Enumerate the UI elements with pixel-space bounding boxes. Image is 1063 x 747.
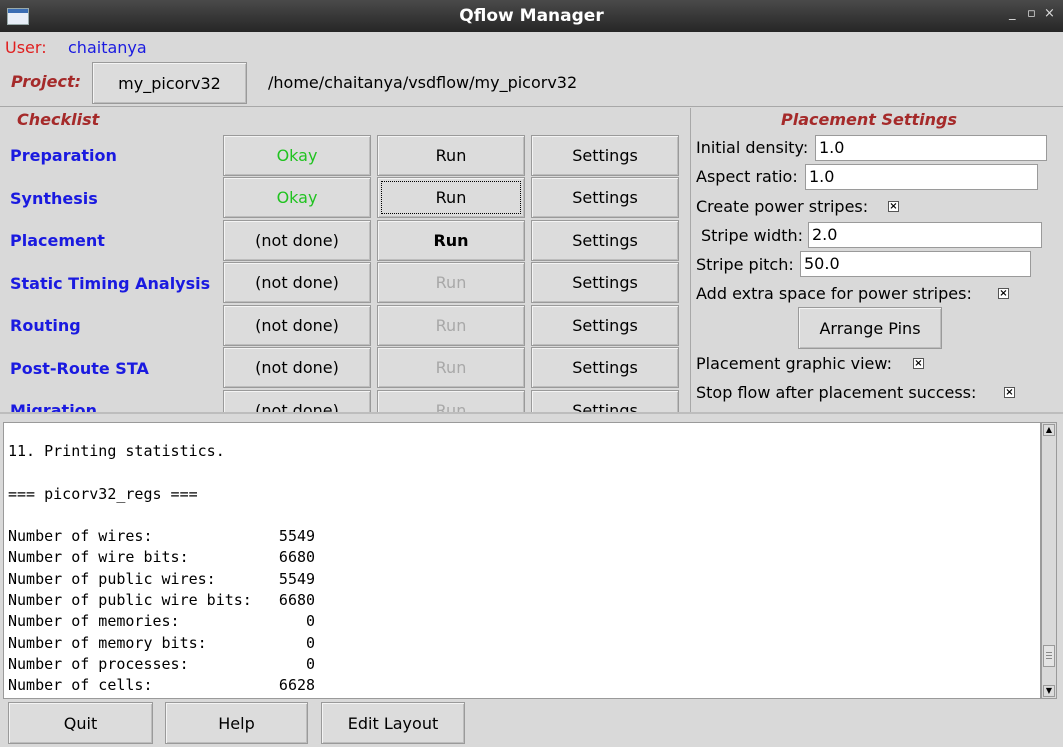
settings-button-routing[interactable]: Settings — [531, 305, 679, 346]
checklist-title: Checklist — [17, 110, 100, 129]
qflow-manager-window: Qflow Manager _ ▫ × User: chaitanya Proj… — [0, 0, 1063, 747]
run-button-routing[interactable]: Run — [377, 305, 525, 346]
scroll-thumb[interactable] — [1043, 645, 1055, 667]
create-power-stripes-checkbox[interactable]: × — [888, 201, 899, 212]
settings-button-post-route-sta[interactable]: Settings — [531, 347, 679, 388]
close-button[interactable]: × — [1044, 6, 1055, 21]
run-button-synthesis[interactable]: Run — [377, 177, 525, 218]
graphic-view-label: Placement graphic view: — [696, 354, 892, 373]
aspect-ratio-label: Aspect ratio: — [696, 167, 798, 186]
project-label: Project: — [11, 72, 81, 91]
user-label: User: — [5, 38, 47, 57]
scroll-up-icon[interactable]: ▲ — [1043, 424, 1055, 436]
stop-after-checkbox[interactable]: × — [1004, 387, 1015, 398]
settings-button-preparation[interactable]: Settings — [531, 135, 679, 176]
status-button-placement[interactable]: (not done) — [223, 220, 371, 261]
initial-density-input[interactable]: 1.0 — [815, 135, 1047, 161]
stage-label-preparation: Preparation — [10, 146, 117, 165]
stage-label-migration: Migration — [10, 401, 98, 412]
run-button-static-timing-analysis[interactable]: Run — [377, 262, 525, 303]
user-name: chaitanya — [68, 38, 147, 57]
settings-button-migration[interactable]: Settings — [531, 390, 679, 412]
stripe-pitch-label: Stripe pitch: — [696, 255, 794, 274]
settings-button-static-timing-analysis[interactable]: Settings — [531, 262, 679, 303]
console-text: 11. Printing statistics. === picorv32_re… — [8, 442, 316, 695]
project-button[interactable]: my_picorv32 — [92, 62, 247, 104]
run-button-placement[interactable]: Run — [377, 220, 525, 261]
status-button-preparation[interactable]: Okay — [223, 135, 371, 176]
status-button-migration[interactable]: (not done) — [223, 390, 371, 412]
create-power-stripes-label: Create power stripes: — [696, 197, 869, 216]
settings-button-synthesis[interactable]: Settings — [531, 177, 679, 218]
top-divider — [0, 106, 1063, 107]
status-button-static-timing-analysis[interactable]: (not done) — [223, 262, 371, 303]
graphic-view-checkbox[interactable]: × — [913, 358, 924, 369]
initial-density-label: Initial density: — [696, 138, 809, 157]
stripe-width-input[interactable]: 2.0 — [808, 222, 1042, 248]
checklist-panel: Preparation Okay Run Settings Synthesis … — [0, 130, 690, 412]
stage-label-static-timing-analysis: Static Timing Analysis — [10, 274, 211, 293]
console-scrollbar[interactable]: ▲ ▼ — [1041, 422, 1057, 699]
run-button-post-route-sta[interactable]: Run — [377, 347, 525, 388]
run-button-preparation[interactable]: Run — [377, 135, 525, 176]
status-button-post-route-sta[interactable]: (not done) — [223, 347, 371, 388]
stop-after-label: Stop flow after placement success: — [696, 383, 977, 402]
status-button-synthesis[interactable]: Okay — [223, 177, 371, 218]
extra-space-label: Add extra space for power stripes: — [696, 284, 972, 303]
minimize-button[interactable]: _ — [1009, 6, 1016, 21]
window-title: Qflow Manager — [459, 6, 604, 26]
stripe-width-label: Stripe width: — [701, 226, 804, 245]
arrange-pins-button[interactable]: Arrange Pins — [798, 307, 942, 349]
stage-label-post-route-sta: Post-Route STA — [10, 359, 149, 378]
console-output[interactable]: 11. Printing statistics. === picorv32_re… — [3, 422, 1041, 699]
placement-settings-title: Placement Settings — [781, 110, 957, 129]
help-button[interactable]: Help — [165, 702, 308, 744]
project-path: /home/chaitanya/vsdflow/my_picorv32 — [268, 73, 578, 92]
title-bar[interactable]: Qflow Manager _ ▫ × — [0, 0, 1063, 32]
pane-sash[interactable] — [0, 412, 1063, 414]
aspect-ratio-input[interactable]: 1.0 — [805, 164, 1038, 190]
maximize-button[interactable]: ▫ — [1027, 6, 1036, 21]
stripe-pitch-input[interactable]: 50.0 — [800, 251, 1031, 277]
settings-button-placement[interactable]: Settings — [531, 220, 679, 261]
edit-layout-button[interactable]: Edit Layout — [321, 702, 465, 744]
stage-label-routing: Routing — [10, 316, 81, 335]
scroll-down-icon[interactable]: ▼ — [1043, 685, 1055, 697]
status-button-routing[interactable]: (not done) — [223, 305, 371, 346]
stage-label-placement: Placement — [10, 231, 105, 250]
stage-label-synthesis: Synthesis — [10, 189, 98, 208]
panel-divider — [690, 108, 691, 412]
quit-button[interactable]: Quit — [8, 702, 153, 744]
run-button-migration[interactable]: Run — [377, 390, 525, 412]
extra-space-checkbox[interactable]: × — [998, 288, 1009, 299]
